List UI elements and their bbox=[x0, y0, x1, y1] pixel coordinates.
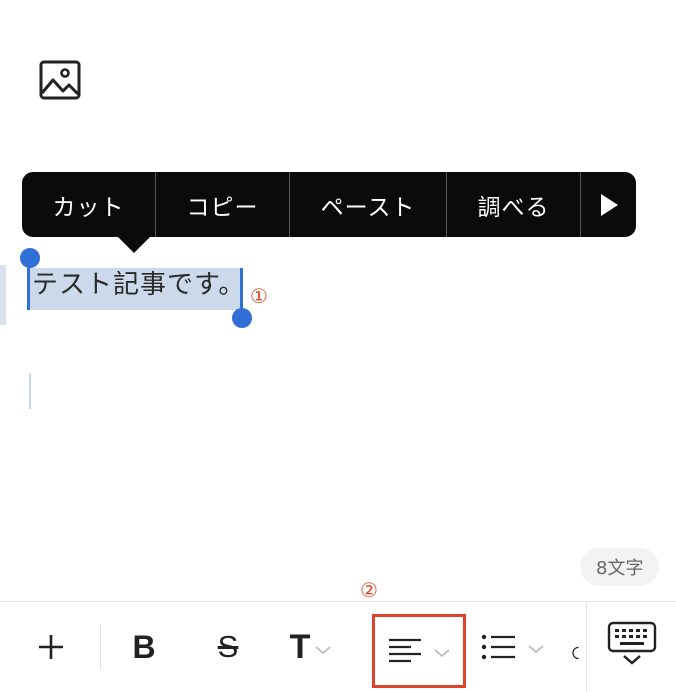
annotation-marker-1: ① bbox=[250, 284, 268, 308]
list-button[interactable] bbox=[478, 626, 548, 668]
image-icon[interactable] bbox=[39, 60, 81, 100]
format-toolbar: B S T bbox=[0, 601, 676, 692]
align-button[interactable] bbox=[372, 614, 466, 688]
bullet-list-icon bbox=[481, 634, 515, 660]
selection-start-line bbox=[27, 262, 30, 310]
link-button[interactable] bbox=[572, 632, 586, 672]
menu-item-cut[interactable]: カット bbox=[22, 172, 156, 237]
selection-end-handle[interactable] bbox=[232, 308, 252, 328]
character-count-badge: 8文字 bbox=[580, 548, 660, 586]
selection-start-handle[interactable] bbox=[20, 248, 40, 268]
insert-button[interactable] bbox=[30, 626, 72, 668]
menu-item-copy[interactable]: コピー bbox=[156, 172, 290, 237]
toolbar-divider bbox=[586, 602, 587, 692]
align-left-icon bbox=[389, 638, 421, 663]
text-caret bbox=[29, 373, 31, 409]
chevron-down-icon bbox=[434, 649, 450, 658]
context-menu: カット コピー ペースト 調べる bbox=[22, 172, 636, 237]
triangle-right-icon bbox=[600, 193, 618, 216]
plus-icon bbox=[39, 635, 63, 659]
bold-button[interactable]: B bbox=[124, 626, 164, 668]
keyboard-hide-icon bbox=[607, 621, 657, 665]
paragraph-text[interactable]: テスト記事です。 bbox=[32, 264, 245, 301]
context-menu-pointer bbox=[117, 236, 151, 253]
text-size-button[interactable]: T bbox=[282, 626, 340, 668]
hide-keyboard-button[interactable] bbox=[606, 620, 658, 666]
menu-item-paste[interactable]: ペースト bbox=[290, 172, 447, 237]
annotation-marker-2: ② bbox=[360, 578, 378, 602]
chevron-down-icon bbox=[528, 645, 544, 654]
chevron-down-icon bbox=[315, 646, 331, 655]
text-size-label: T bbox=[289, 627, 311, 666]
strikethrough-button[interactable]: S bbox=[206, 626, 250, 668]
toolbar-divider bbox=[100, 624, 101, 670]
menu-item-lookup[interactable]: 調べる bbox=[447, 172, 581, 237]
link-icon bbox=[572, 646, 579, 660]
menu-more-button[interactable] bbox=[581, 172, 636, 237]
block-indicator bbox=[0, 265, 6, 325]
